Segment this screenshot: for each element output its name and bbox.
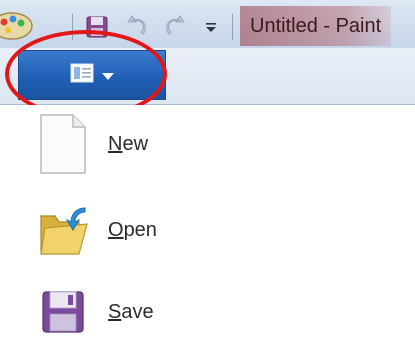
floppy-disk-icon [30,279,96,345]
menu-item-open[interactable]: Open [30,195,290,265]
new-document-icon [30,111,96,177]
customize-dropdown-icon[interactable] [200,16,222,38]
redo-icon[interactable] [160,12,192,42]
toolbar-separator [232,14,233,40]
menu-item-new[interactable]: New [30,109,290,179]
menu-item-label: Open [108,218,157,241]
toolbar-separator [72,14,73,40]
paint-window: Untitled - Paint New Open Save [0,0,415,345]
window-title: Untitled - Paint [240,6,392,46]
title-bar: Untitled - Paint [0,0,415,49]
paint-app-icon[interactable] [0,8,36,42]
app-menu: New Open Save [0,105,415,345]
menu-item-label: Save [108,300,154,323]
chevron-down-icon [102,66,114,85]
save-icon[interactable] [82,12,112,42]
app-menu-button[interactable] [18,50,166,100]
folder-open-icon [30,197,96,263]
menu-item-save[interactable]: Save [30,277,290,345]
menu-item-label: New [108,132,149,155]
paint-menu-icon [70,63,94,87]
undo-icon[interactable] [120,12,152,42]
